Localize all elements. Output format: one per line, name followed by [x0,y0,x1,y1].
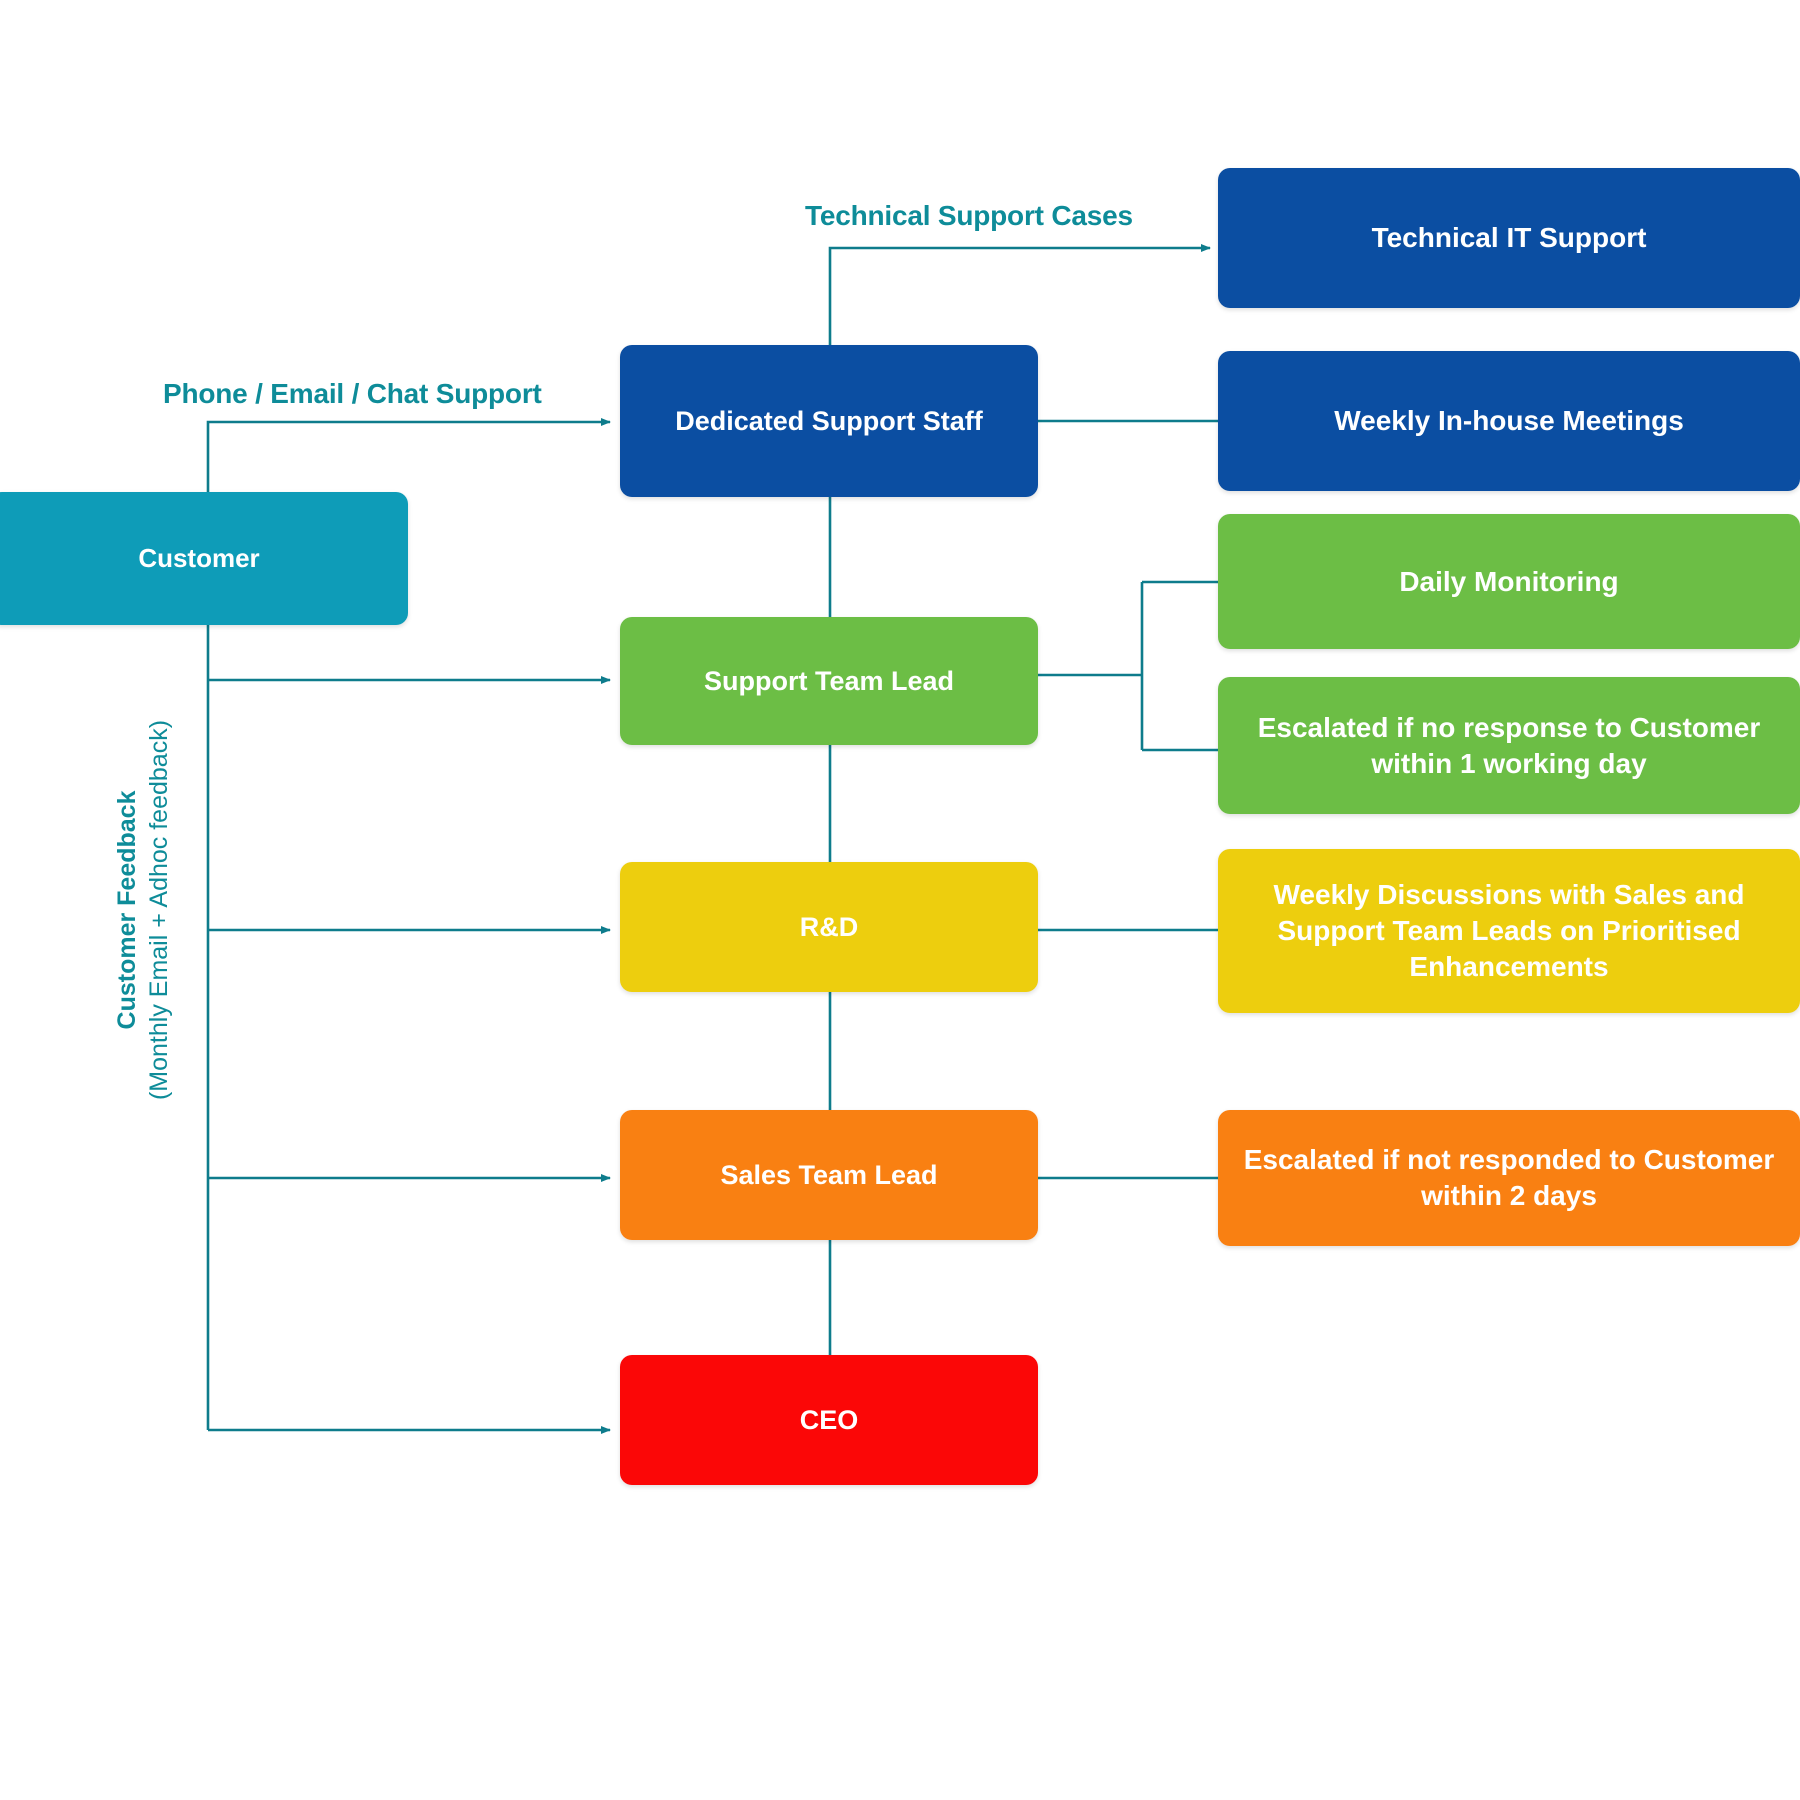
edge-label-technical-support-cases: Technical Support Cases [805,200,1133,231]
node-rnd-label: R&D [799,911,859,942]
flowchart-canvas: Phone / Email / Chat Support Technical S… [0,0,1800,1800]
customer-feedback-title: Customer Feedback [112,790,141,1030]
node-support-team-lead[interactable]: Support Team Lead [620,617,1038,745]
node-sales-team-lead[interactable]: Sales Team Lead [620,1110,1038,1240]
node-escalated-not-responded-2-days[interactable]: Escalated if not responded to Customer w… [1218,1110,1800,1246]
node-sales-team-lead-label: Sales Team Lead [720,1159,938,1190]
node-weekly-discussions-label: Weekly Discussions with Sales and Suppor… [1273,879,1745,982]
edge-support-staff-to-it [828,244,1211,345]
edge-label-phone-email-chat: Phone / Email / Chat Support [163,378,542,409]
node-escalated-not-responded-2-days-label: Escalated if not responded to Customer w… [1243,1144,1775,1211]
node-ceo[interactable]: CEO [620,1355,1038,1485]
customer-feedback-subtitle: (Monthly Email + Adhoc feedback) [145,719,174,1101]
node-dedicated-support-staff[interactable]: Dedicated Support Staff [620,345,1038,497]
node-weekly-discussions[interactable]: Weekly Discussions with Sales and Suppor… [1218,849,1800,1013]
node-daily-monitoring[interactable]: Daily Monitoring [1218,514,1800,649]
node-ceo-label: CEO [799,1404,859,1435]
edge-customer-to-support-staff [206,418,611,492]
node-support-team-lead-label: Support Team Lead [703,665,955,696]
node-technical-it-support[interactable]: Technical IT Support [1218,168,1800,308]
node-rnd[interactable]: R&D [620,862,1038,992]
node-technical-it-support-label: Technical IT Support [1371,222,1647,254]
node-customer-label: Customer [138,542,260,573]
node-weekly-in-house-meetings-label: Weekly In-house Meetings [1334,405,1684,437]
node-weekly-in-house-meetings[interactable]: Weekly In-house Meetings [1218,351,1800,491]
node-dedicated-support-staff-label: Dedicated Support Staff [675,405,983,436]
edge-label-customer-feedback: Customer Feedback (Monthly Email + Adhoc… [96,640,192,1180]
node-escalated-no-response-1-day-label: Escalated if no response to Customer wit… [1257,711,1761,779]
node-escalated-no-response-1-day[interactable]: Escalated if no response to Customer wit… [1218,677,1800,814]
node-customer[interactable]: Customer [0,492,408,625]
node-daily-monitoring-label: Daily Monitoring [1399,565,1619,597]
